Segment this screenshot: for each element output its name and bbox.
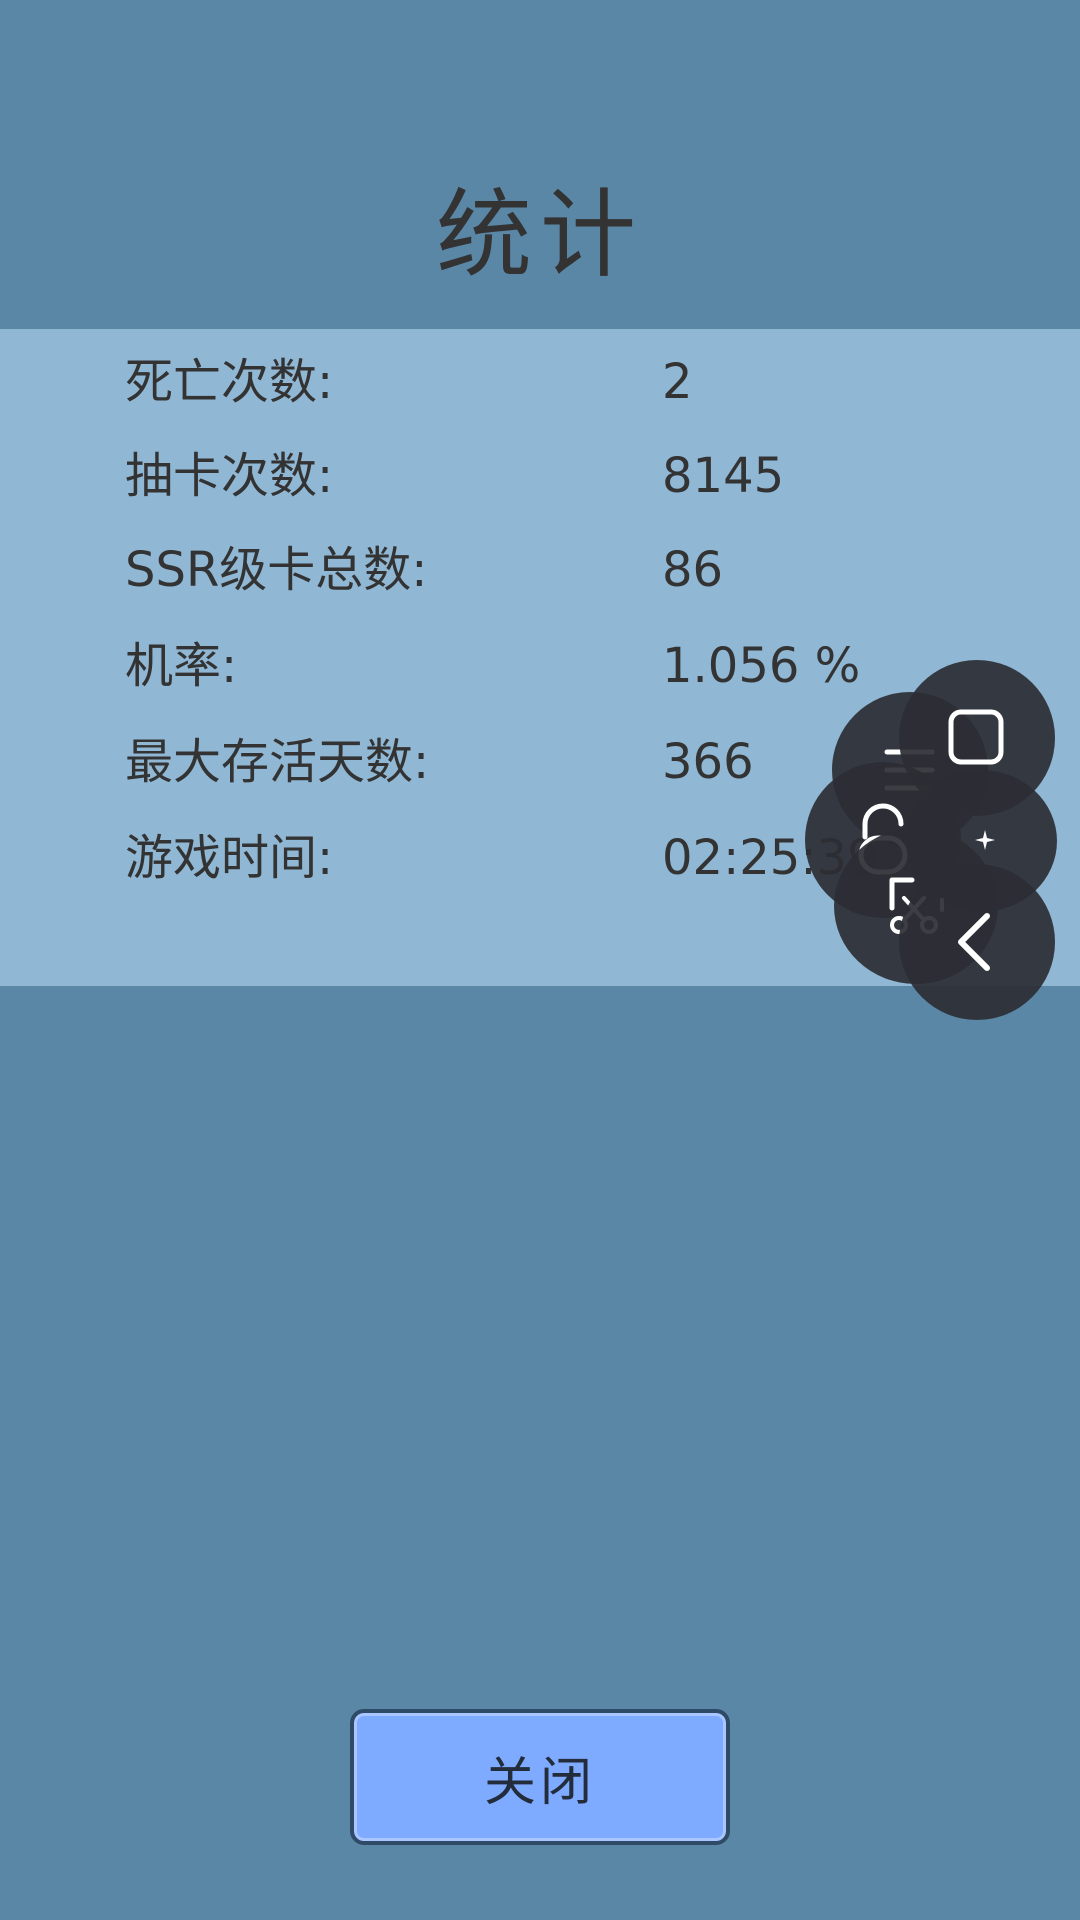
statistics-screen: 统计 死亡次数: 2 抽卡次数: 8145 SSR级卡总数: 86 机率: 1.… xyxy=(0,0,1080,1920)
close-button[interactable]: 关闭 xyxy=(350,1709,730,1845)
stat-row-deaths: 死亡次数: 2 xyxy=(0,342,1080,422)
page-title: 统计 xyxy=(436,179,644,291)
stat-value: 366 xyxy=(662,734,754,790)
stat-label: 游戏时间: xyxy=(125,830,334,886)
stat-value: 2 xyxy=(662,354,693,410)
stat-label: 机率: xyxy=(125,638,238,694)
stat-label: SSR级卡总数: xyxy=(125,542,428,598)
stat-value: 8145 xyxy=(662,448,785,504)
stat-label: 抽卡次数: xyxy=(125,448,334,504)
back-bubble[interactable] xyxy=(899,864,1055,1020)
stat-value: 1.056 % xyxy=(662,638,861,694)
stat-label: 最大存活天数: xyxy=(125,734,430,790)
back-icon xyxy=(958,913,990,971)
stat-value: 86 xyxy=(662,542,724,598)
stat-label: 死亡次数: xyxy=(125,354,334,410)
stat-row-draws: 抽卡次数: 8145 xyxy=(0,436,1080,516)
stat-row-ssr-total: SSR级卡总数: 86 xyxy=(0,530,1080,610)
